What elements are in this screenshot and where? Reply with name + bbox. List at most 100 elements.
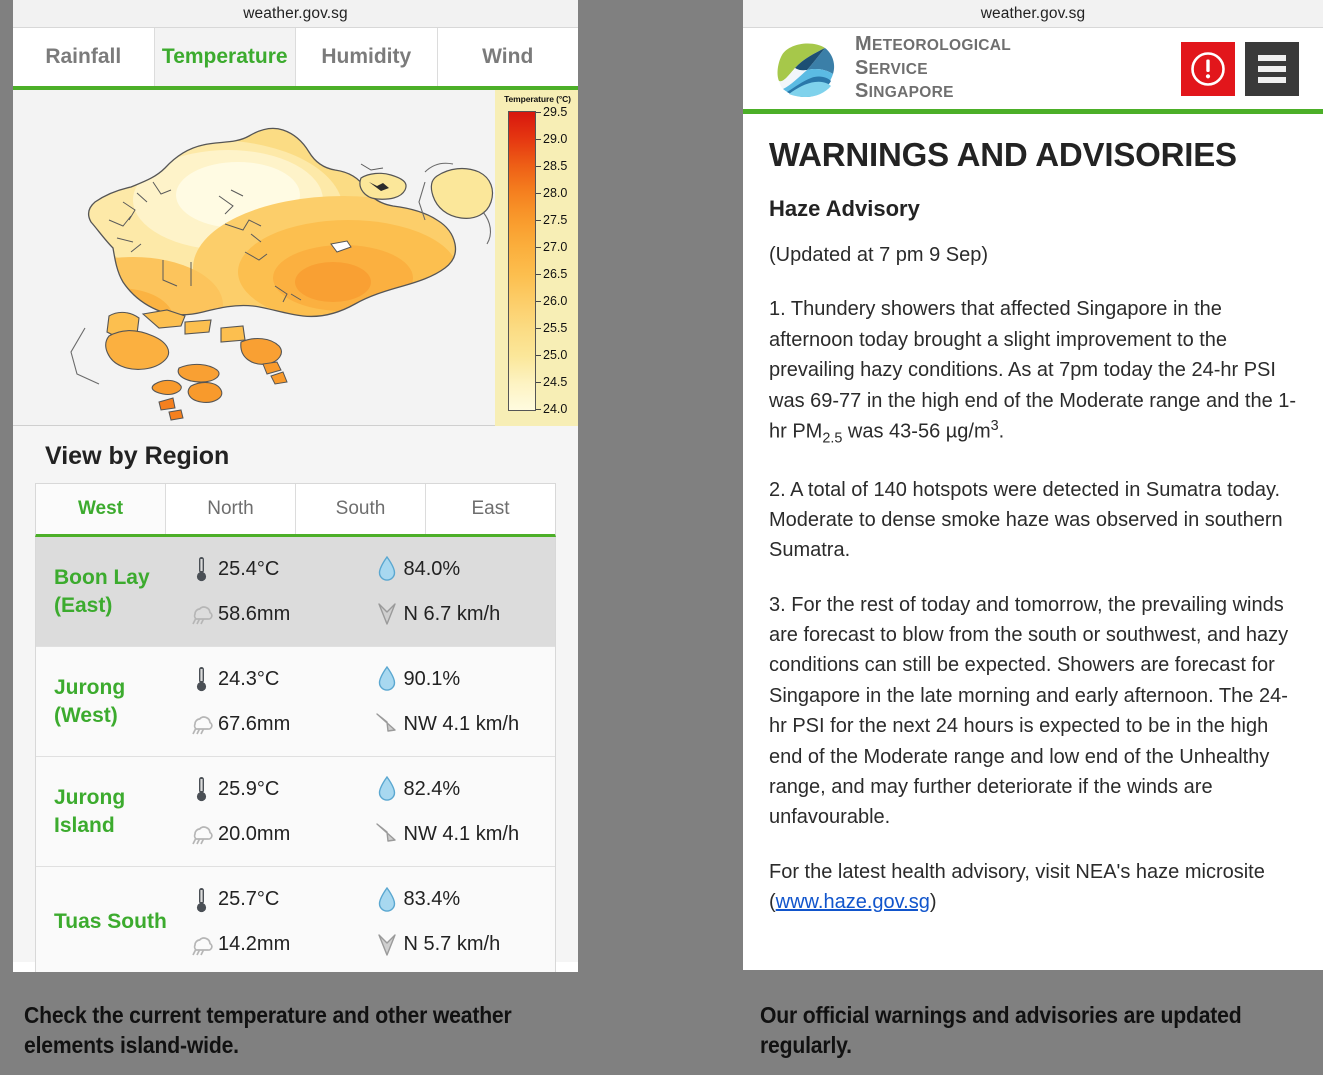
region-tab-south-label: South — [335, 498, 386, 519]
humidity-value: 82.4% — [403, 777, 461, 800]
metric-wind: N 5.7 km/h — [370, 922, 556, 967]
region-tab-north[interactable]: North — [166, 484, 296, 534]
table-row[interactable]: Jurong (West) 24.3°C 67.6mm 90.1% NW 4.1… — [36, 647, 555, 757]
table-row[interactable]: Boon Lay (East) 25.4°C 58.6mm 84.0% N 6.… — [36, 537, 555, 647]
metrics-col-right: 84.0% N 6.7 km/h — [370, 547, 556, 637]
temperature-value: 25.7°C — [218, 888, 280, 910]
legend-tick-11: 24.0 — [536, 402, 567, 416]
legend-tick-4: 27.5 — [536, 213, 567, 227]
legend-tick-label: 25.0 — [543, 348, 568, 362]
legend-tick-3: 28.0 — [536, 186, 567, 200]
paragraph-1-text-b: was 43-56 µg/m — [842, 420, 991, 443]
metric-wind: NW 4.1 km/h — [370, 812, 556, 857]
legend-tick-label: 29.0 — [543, 132, 568, 146]
legend-tick-7: 26.0 — [536, 294, 567, 308]
legend-tick-label: 27.0 — [543, 240, 568, 254]
station-name-line2: (West) — [54, 703, 118, 727]
legend-colorbar — [508, 111, 536, 411]
site-header: METEOROLOGICAL SERVICE SINGAPORE — [743, 28, 1323, 114]
table-row[interactable]: Tuas South 25.7°C 14.2mm 83.4% N 5.7 km/… — [36, 867, 555, 972]
rain-cloud-icon — [184, 822, 218, 846]
temperature-map[interactable]: Temperature (°C) 29.5 29.0 28.5 28.0 27.… — [13, 90, 578, 426]
water-drop-icon — [370, 776, 404, 802]
advisory-paragraph-4: For the latest health advisory, visit NE… — [769, 857, 1297, 918]
metrics-col-right: 90.1% NW 4.1 km/h — [370, 657, 556, 747]
legend-tick-label: 24.0 — [543, 402, 568, 416]
tab-temperature-label: Temperature — [161, 45, 288, 68]
station-name: Tuas South — [36, 908, 184, 935]
metric-humidity: 90.1% — [370, 657, 556, 702]
wind-arrow-n-icon — [370, 601, 404, 627]
rainfall-value: 14.2mm — [218, 933, 291, 955]
metric-rainfall: 58.6mm — [184, 592, 370, 637]
metric-humidity: 84.0% — [370, 547, 556, 592]
metric-temperature: 25.9°C — [184, 767, 370, 812]
rain-cloud-icon — [184, 712, 218, 736]
rain-cloud-icon — [184, 602, 218, 626]
right-caption: Our official warnings and advisories are… — [760, 1002, 1242, 1059]
station-name-line1: Tuas South — [54, 910, 167, 934]
mss-globe-icon — [777, 39, 835, 98]
tab-temperature[interactable]: Temperature — [154, 28, 296, 86]
rainfall-value: 67.6mm — [218, 712, 291, 735]
legend-tick-5: 27.0 — [536, 240, 567, 254]
advisory-paragraph-2: 2. A total of 140 hotspots were detected… — [769, 478, 1283, 562]
advisory-paragraph-3: 3. For the rest of today and tomorrow, t… — [769, 593, 1289, 829]
advisory-subtitle: Haze Advisory — [769, 196, 920, 221]
thermometer-icon — [184, 776, 218, 802]
station-metrics: 25.9°C 20.0mm 82.4% NW 4.1 km/h — [184, 767, 555, 857]
tab-humidity[interactable]: Humidity — [296, 28, 438, 86]
humidity-value: 83.4% — [403, 888, 461, 910]
alert-button[interactable] — [1181, 41, 1235, 96]
table-row[interactable]: Jurong Island 25.9°C 20.0mm 82.4% NW 4.1… — [36, 757, 555, 867]
legend-tick-label: 25.5 — [543, 321, 568, 335]
metric-wind: N 6.7 km/h — [370, 592, 556, 637]
metrics-col-left: 25.9°C 20.0mm — [184, 767, 370, 857]
thermometer-icon — [184, 666, 218, 692]
region-tab-west-label: West — [77, 498, 124, 519]
wind-value: N 5.7 km/h — [403, 933, 501, 955]
tab-rainfall[interactable]: Rainfall — [13, 28, 155, 86]
legend-tick-label: 29.5 — [543, 105, 568, 119]
metric-temperature: 25.4°C — [184, 547, 370, 592]
station-name-line2: Island — [54, 813, 115, 837]
wind-arrow-n-icon — [370, 932, 404, 958]
rainfall-value: 20.0mm — [218, 822, 291, 845]
tab-wind-label: Wind — [482, 45, 534, 68]
region-tab-east[interactable]: East — [426, 484, 555, 534]
tab-humidity-label: Humidity — [321, 45, 412, 68]
mss-logo[interactable]: METEOROLOGICAL SERVICE SINGAPORE — [769, 33, 1181, 103]
haze-microsite-link[interactable]: www.haze.gov.sg — [776, 891, 930, 913]
singapore-temperature-heatmap — [70, 127, 494, 421]
left-phone-screen: weather.gov.sg Rainfall Temperature Humi… — [13, 0, 578, 972]
view-by-region-section: View by Region West North South East Boo… — [13, 426, 578, 972]
metric-rainfall: 67.6mm — [184, 702, 370, 747]
right-url-text: weather.gov.sg — [980, 4, 1086, 22]
rainfall-value: 58.6mm — [218, 602, 291, 625]
wind-value: NW 4.1 km/h — [403, 712, 520, 735]
hamburger-bar — [1258, 65, 1286, 72]
wind-value: N 6.7 km/h — [403, 602, 501, 625]
mss-wordmark: METEOROLOGICAL SERVICE SINGAPORE — [855, 33, 1011, 103]
cubic-superscript: 3 — [990, 417, 999, 434]
water-drop-icon — [370, 886, 404, 913]
tab-wind[interactable]: Wind — [437, 28, 578, 86]
rain-cloud-icon — [184, 933, 218, 957]
humidity-value: 84.0% — [403, 557, 461, 580]
legend-tick-8: 25.5 — [536, 321, 567, 335]
temperature-legend: Temperature (°C) 29.5 29.0 28.5 28.0 27.… — [495, 90, 578, 426]
legend-tick-label: 26.5 — [543, 267, 568, 281]
temperature-value: 25.9°C — [218, 777, 280, 800]
region-section-title: View by Region — [45, 442, 230, 470]
station-metrics: 24.3°C 67.6mm 90.1% NW 4.1 km/h — [184, 657, 555, 747]
alert-icon — [1191, 51, 1225, 86]
water-drop-icon — [370, 666, 404, 692]
hamburger-menu-button[interactable] — [1245, 41, 1299, 96]
right-url-bar[interactable]: weather.gov.sg — [743, 0, 1323, 28]
station-name: Jurong (West) — [36, 674, 184, 729]
region-tab-west[interactable]: West — [36, 484, 166, 534]
station-name-line2: (East) — [54, 593, 113, 617]
region-tab-south[interactable]: South — [296, 484, 426, 534]
legend-ticks: 29.5 29.0 28.5 28.0 27.5 27.0 26.5 26.0 … — [536, 105, 576, 417]
left-url-bar[interactable]: weather.gov.sg — [13, 0, 578, 28]
